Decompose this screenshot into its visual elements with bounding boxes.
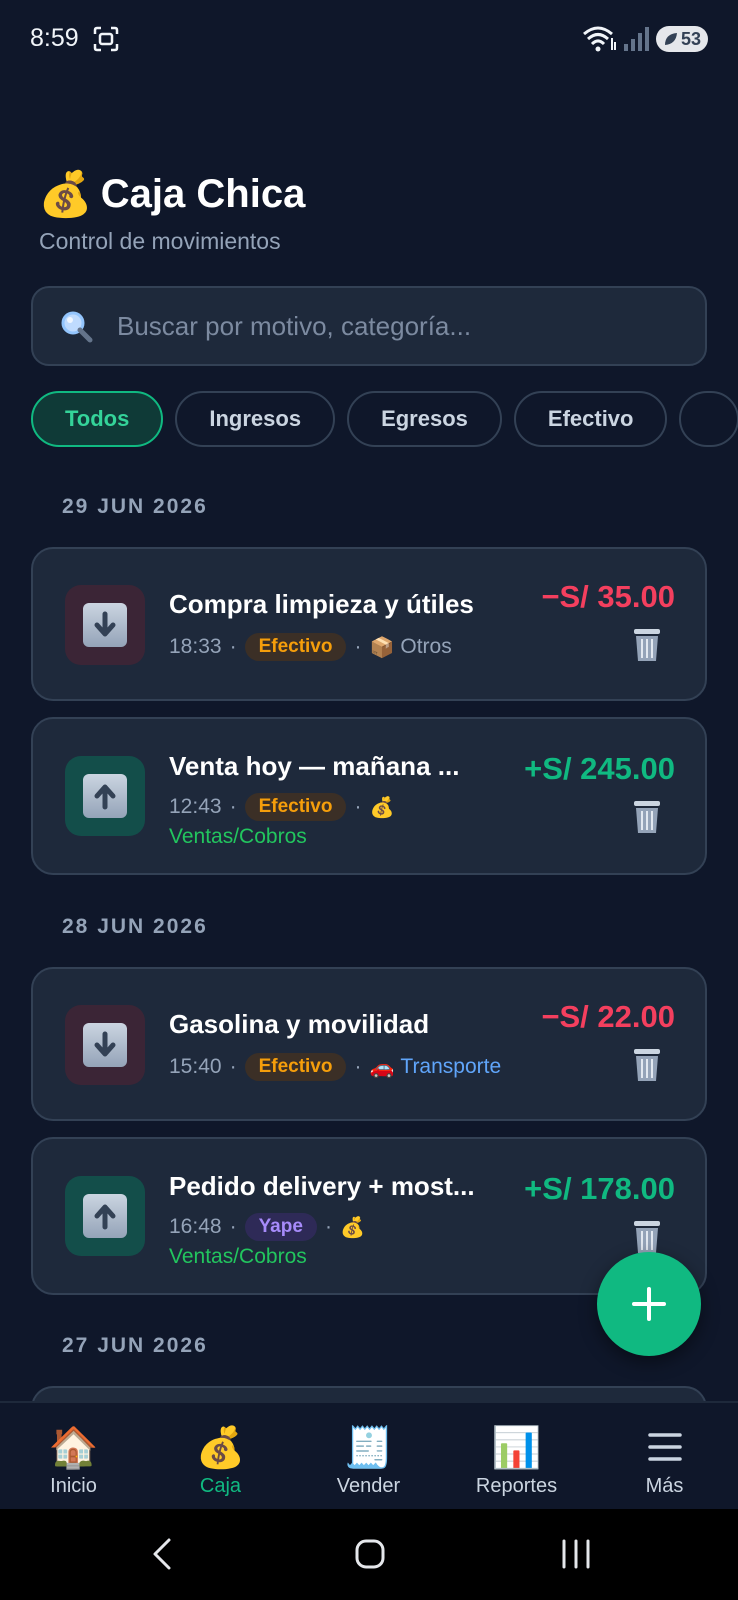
trash-icon[interactable] — [631, 1217, 663, 1255]
nav-item-mas[interactable]: Más — [591, 1403, 738, 1511]
expense-icon-box — [65, 585, 145, 665]
battery-level: 53 — [680, 28, 701, 49]
receipt-icon: 🧾 — [343, 1425, 394, 1470]
nav-label: Caja — [199, 1475, 242, 1497]
transaction-time: 15:40 — [169, 1055, 222, 1078]
home-icon[interactable] — [354, 1538, 386, 1570]
transaction-category: Transporte — [400, 1055, 502, 1078]
expense-icon-box — [65, 1005, 145, 1085]
transaction-card[interactable]: Venta hoy — mañana ... 12:43 · Efectivo … — [31, 717, 707, 875]
income-icon-box — [65, 1176, 145, 1256]
car-icon: 🚗 — [369, 1056, 395, 1079]
transaction-meta: 12:43 · Efectivo · 💰 — [169, 793, 400, 821]
transaction-category: Otros — [400, 635, 452, 658]
search-bar[interactable] — [31, 286, 707, 366]
search-icon — [61, 311, 93, 343]
transaction-time: 12:43 — [169, 795, 222, 818]
filter-chips: Todos Ingresos Egresos Efectivo — [31, 391, 738, 447]
wifi-icon — [583, 26, 616, 52]
page-title: 💰 Caja Chica — [38, 172, 305, 217]
chip-ingresos[interactable]: Ingresos — [175, 391, 336, 447]
nav-item-reportes[interactable]: 📊 Reportes — [443, 1403, 590, 1511]
transaction-amount: +S/ 178.00 — [524, 1171, 675, 1206]
battery-icon: 53 — [656, 26, 708, 52]
transaction-meta: 16:48 · Yape · 💰 — [169, 1213, 371, 1241]
transaction-card[interactable]: Pedido delivery + most... 16:48 · Yape ·… — [31, 1137, 707, 1295]
chip-todos[interactable]: Todos — [31, 391, 164, 447]
chip-efectivo[interactable]: Efectivo — [513, 391, 668, 447]
transaction-time: 16:48 — [169, 1215, 222, 1238]
page-title-text: Caja Chica — [100, 172, 306, 216]
status-time: 8:59 — [30, 24, 79, 52]
date-header: 29 JUN 2026 — [62, 495, 208, 518]
menu-icon — [647, 1423, 682, 1471]
nav-label: Más — [645, 1475, 684, 1497]
transaction-amount: −S/ 35.00 — [541, 579, 675, 614]
payment-method-badge: Efectivo — [244, 1053, 347, 1081]
signal-icon — [624, 27, 649, 51]
income-icon-box — [65, 756, 145, 836]
nav-item-caja[interactable]: 💰 Caja — [147, 1403, 294, 1511]
date-header: 27 JUN 2026 — [62, 1334, 208, 1357]
transaction-amount: +S/ 245.00 — [524, 751, 675, 786]
bottom-nav: 🏠 Inicio 💰 Caja 🧾 Vender 📊 Reportes Más — [0, 1401, 738, 1509]
trash-icon[interactable] — [631, 1045, 663, 1083]
recents-icon[interactable] — [560, 1539, 592, 1569]
nav-item-inicio[interactable]: 🏠 Inicio — [0, 1403, 147, 1511]
transaction-meta: 15:40 · Efectivo · 🚗 Transporte — [169, 1053, 501, 1081]
nav-label: Vender — [336, 1475, 401, 1497]
arrow-up-icon — [83, 774, 127, 818]
transaction-title: Pedido delivery + most... — [169, 1171, 475, 1201]
system-nav-bar — [0, 1509, 738, 1600]
money-bag-icon: 💰 — [339, 1216, 365, 1239]
transaction-title: Gasolina y movilidad — [169, 1009, 430, 1039]
arrow-down-icon — [83, 603, 127, 647]
transaction-meta: 18:33 · Efectivo · 📦 Otros — [169, 633, 452, 661]
nav-item-vender[interactable]: 🧾 Vender — [295, 1403, 442, 1511]
payment-method-badge: Efectivo — [244, 633, 347, 661]
money-bag-icon: 💰 — [369, 796, 395, 819]
chip-egresos[interactable]: Egresos — [347, 391, 502, 447]
bar-chart-icon: 📊 — [491, 1425, 542, 1470]
transaction-amount: −S/ 22.00 — [541, 999, 675, 1034]
add-movement-button[interactable] — [597, 1252, 701, 1356]
transaction-category: Ventas/Cobros — [169, 1245, 307, 1268]
transaction-title: Venta hoy — mañana ... — [169, 751, 460, 781]
house-icon: 🏠 — [48, 1425, 99, 1470]
transaction-card[interactable]: Compra limpieza y útiles 18:33 · Efectiv… — [31, 547, 707, 701]
money-bag-icon: 💰 — [38, 169, 93, 219]
date-header: 28 JUN 2026 — [62, 915, 208, 938]
arrow-down-icon — [83, 1023, 127, 1067]
trash-icon[interactable] — [631, 625, 663, 663]
search-input[interactable] — [117, 310, 677, 342]
screenshot-icon — [93, 26, 119, 52]
page-subtitle: Control de movimientos — [39, 228, 281, 254]
arrow-up-icon — [83, 1194, 127, 1238]
transaction-category: Ventas/Cobros — [169, 825, 307, 848]
transaction-title: Compra limpieza y útiles — [169, 589, 474, 619]
money-bag-icon: 💰 — [195, 1425, 246, 1470]
transaction-time: 18:33 — [169, 635, 222, 658]
payment-method-badge: Efectivo — [244, 793, 347, 821]
nav-label: Inicio — [50, 1475, 97, 1497]
transaction-card[interactable]: Gasolina y movilidad 15:40 · Efectivo · … — [31, 967, 707, 1121]
back-icon[interactable] — [150, 1537, 174, 1571]
nav-label: Reportes — [475, 1475, 558, 1497]
status-bar: 8:59 53 — [0, 0, 738, 80]
plus-icon — [632, 1287, 666, 1321]
payment-method-badge: Yape — [244, 1213, 317, 1241]
box-icon: 📦 — [369, 636, 395, 659]
chip-more[interactable] — [679, 391, 738, 447]
trash-icon[interactable] — [631, 797, 663, 835]
